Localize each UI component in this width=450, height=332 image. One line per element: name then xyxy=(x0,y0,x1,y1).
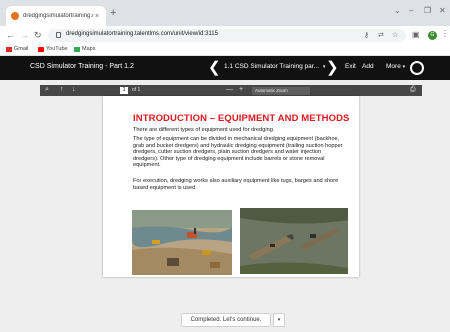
bookmarks-bar: Gmail YouTube Maps xyxy=(0,45,450,56)
close-window-icon[interactable]: ✕ xyxy=(439,6,446,15)
chevron-down-icon: ▾ xyxy=(402,64,406,70)
complete-continue-button[interactable]: Completed. Let's continue. xyxy=(181,313,271,327)
document-page: INTRODUCTION – EQUIPMENT AND METHODS The… xyxy=(103,96,359,277)
address-bar[interactable]: dredgingsimulatortraining.talentlms.com/… xyxy=(48,29,406,42)
forward-icon[interactable]: → xyxy=(20,30,29,40)
page-number-input[interactable]: 1 xyxy=(120,87,128,94)
previous-page-icon[interactable]: ↑ xyxy=(60,86,64,93)
print-icon[interactable]: ⎙ xyxy=(410,86,416,94)
profile-avatar[interactable]: G xyxy=(428,31,437,40)
translate-icon[interactable]: ⇄ xyxy=(378,31,384,39)
unit-selector[interactable]: 1.1 CSD Simulator Training par... ▾ xyxy=(224,63,325,70)
page-heading: INTRODUCTION – EQUIPMENT AND METHODS xyxy=(133,113,350,124)
previous-unit-button[interactable]: ❮ xyxy=(208,58,221,76)
lock-icon xyxy=(56,32,61,38)
browser-tab-strip: dredgingsimulatortraining.c... × + ⌄ – ❐… xyxy=(0,0,450,26)
dredging-site-photo xyxy=(132,210,232,275)
page-total: of 1 xyxy=(132,87,141,93)
bookmark-maps[interactable]: Maps xyxy=(74,46,95,52)
bookmark-label: YouTube xyxy=(46,46,68,52)
browser-menu-icon[interactable]: ⋮ xyxy=(441,29,449,38)
add-button[interactable]: Add xyxy=(362,63,374,70)
browser-tab[interactable]: dredgingsimulatortraining.c... × xyxy=(6,6,106,26)
paragraph: There are different types of equipment u… xyxy=(133,127,275,133)
next-page-icon[interactable]: ↓ xyxy=(72,86,76,93)
back-icon[interactable]: ← xyxy=(6,30,15,40)
zoom-in-button[interactable]: + xyxy=(239,86,243,93)
youtube-icon xyxy=(38,46,44,52)
progress-ring-icon xyxy=(410,61,424,75)
key-icon[interactable]: ⚷ xyxy=(364,31,369,39)
new-tab-button[interactable]: + xyxy=(110,7,116,19)
maximize-icon[interactable]: ❐ xyxy=(424,6,431,15)
exit-button[interactable]: Exit xyxy=(345,63,356,70)
more-menu-button[interactable]: More ▾ xyxy=(386,63,405,70)
bookmark-gmail[interactable]: Gmail xyxy=(6,46,28,52)
chevron-down-icon[interactable]: ⌄ xyxy=(394,6,401,15)
gmail-icon xyxy=(6,46,12,52)
extensions-icon[interactable]: ▣ xyxy=(412,30,420,39)
unit-title: 1.1 CSD Simulator Training par... xyxy=(224,63,320,70)
search-icon[interactable]: ⌕ xyxy=(45,86,49,94)
zoom-out-button[interactable]: — xyxy=(226,86,233,93)
bookmark-star-icon[interactable]: ☆ xyxy=(392,31,398,39)
chevron-down-icon[interactable]: ▾ xyxy=(273,313,285,327)
bookmark-youtube[interactable]: YouTube xyxy=(38,46,68,52)
bookmark-label: Maps xyxy=(82,46,96,52)
site-favicon-icon xyxy=(11,12,19,20)
river-barges-photo xyxy=(240,208,348,274)
paragraph: The type of equipment can be divided in … xyxy=(133,136,343,169)
chevron-down-icon: ▾ xyxy=(322,64,326,70)
next-unit-button[interactable]: ❯ xyxy=(326,58,339,76)
paragraph: For execution, dredging works also auxil… xyxy=(133,178,339,191)
bookmark-label: Gmail xyxy=(14,46,29,52)
zoom-select[interactable]: Automatic Zoom xyxy=(252,86,310,95)
browser-toolbar: ← → ↻ dredgingsimulatortraining.talentlm… xyxy=(0,26,450,45)
reload-icon[interactable]: ↻ xyxy=(34,30,42,41)
course-title: CSD Simulator Training - Part 1.2 xyxy=(30,63,134,70)
tab-title: dredgingsimulatortraining.c... xyxy=(23,13,93,19)
pdf-toolbar: ⌕ ↑ ↓ 1 of 1 — + Automatic Zoom ⎙ xyxy=(40,85,422,96)
maps-icon xyxy=(74,46,80,52)
tab-close-icon[interactable]: × xyxy=(95,13,99,20)
course-toolbar: CSD Simulator Training - Part 1.2 ❮ 1.1 … xyxy=(0,56,450,80)
minimize-icon[interactable]: – xyxy=(409,6,413,15)
more-label: More xyxy=(386,63,401,70)
url-text: dredgingsimulatortraining.talentlms.com/… xyxy=(66,31,218,37)
